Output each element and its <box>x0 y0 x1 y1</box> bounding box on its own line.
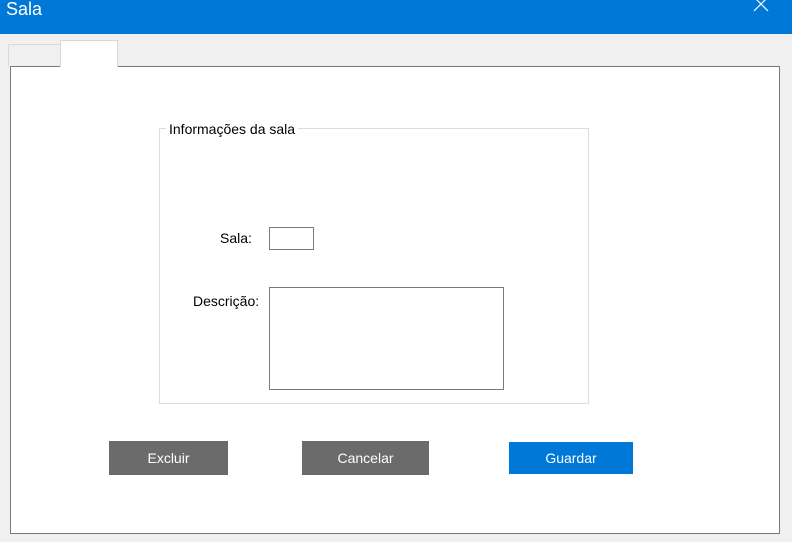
tab-1[interactable] <box>8 44 61 66</box>
descricao-textarea[interactable] <box>269 287 504 390</box>
groupbox-title: Informações da sala <box>166 120 299 138</box>
window-title: Sala <box>6 0 43 19</box>
sala-label: Sala: <box>220 230 252 246</box>
close-icon <box>753 0 769 12</box>
title-bar: Sala <box>0 0 792 34</box>
descricao-label: Descrição: <box>193 293 260 309</box>
guardar-button[interactable]: Guardar <box>509 442 633 474</box>
sala-input[interactable] <box>269 227 314 250</box>
tab-2[interactable] <box>60 40 118 67</box>
cancelar-button[interactable]: Cancelar <box>302 441 429 475</box>
excluir-button[interactable]: Excluir <box>109 441 228 475</box>
close-button[interactable] <box>750 0 772 15</box>
